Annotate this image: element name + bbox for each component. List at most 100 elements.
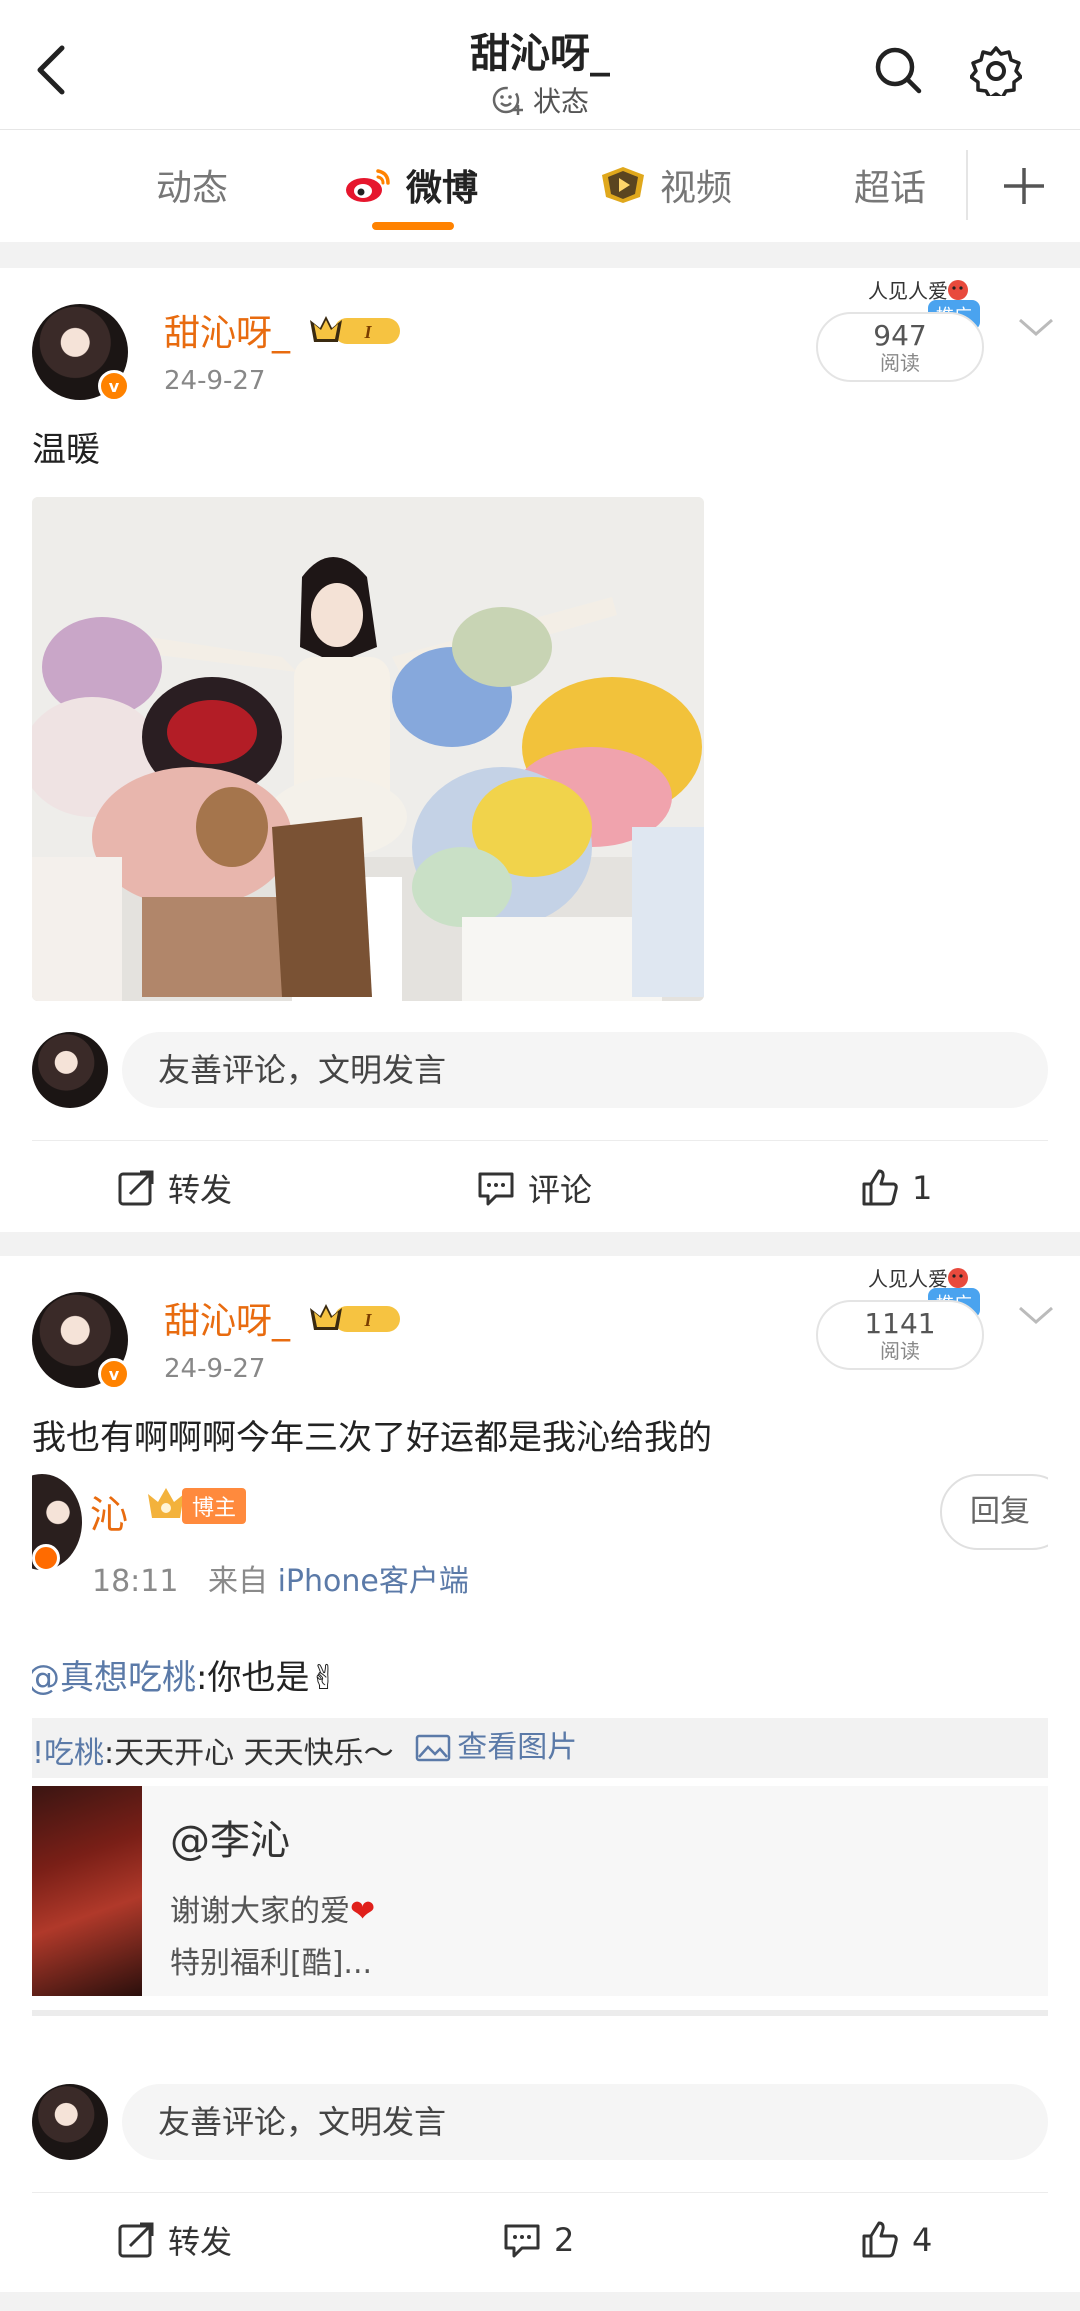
search-icon bbox=[875, 47, 922, 94]
post-card: v 甜沁呀_ I 24-9-27 人见人爱 推广 947 阅读 温暖 bbox=[0, 268, 1080, 1232]
comment-label: 评论 bbox=[528, 1171, 593, 1209]
share-icon bbox=[118, 1170, 154, 1206]
reply-text: :你也是✌ bbox=[196, 1658, 338, 1698]
like-count: 4 bbox=[912, 2221, 933, 2259]
post-text: 温暖 bbox=[32, 430, 100, 470]
vip-crown-icon[interactable]: I bbox=[306, 1300, 402, 1336]
username[interactable]: 甜沁呀_ bbox=[164, 304, 290, 356]
like-count: 1 bbox=[912, 1169, 933, 1207]
post-text: 我也有啊啊啊今年三次了好运都是我沁给我的 bbox=[32, 1418, 712, 1458]
heart-icon: ❤ bbox=[350, 1894, 376, 1929]
divider bbox=[32, 2010, 1048, 2016]
repost-label: 转发 bbox=[168, 1171, 233, 1209]
verified-badge-icon: v bbox=[98, 370, 130, 402]
comment-count: 2 bbox=[554, 2221, 575, 2259]
post-actions: 转发 评论 1 bbox=[0, 1148, 1080, 1228]
commenter-name: 沁 bbox=[90, 1493, 129, 1537]
linked-post-title: @李沁 bbox=[170, 1818, 290, 1864]
username[interactable]: 甜沁呀_ bbox=[164, 1292, 290, 1344]
post-date: 24-9-27 bbox=[164, 366, 266, 396]
like-button[interactable]: 1 bbox=[860, 1148, 932, 1228]
comment-composer: 友善评论，文明发言 bbox=[32, 1032, 1048, 1108]
read-count-pill[interactable]: 947 阅读 bbox=[816, 312, 984, 382]
read-label: 阅读 bbox=[880, 1339, 920, 1363]
verified-badge-icon: v bbox=[98, 1358, 130, 1390]
top-bar: 甜沁呀_ 状态 bbox=[0, 0, 1080, 130]
vip-crown-icon[interactable]: I bbox=[306, 312, 402, 348]
flowers-photo bbox=[32, 497, 704, 1001]
post-actions: 转发 2 4 bbox=[0, 2200, 1080, 2280]
thumbs-up-icon bbox=[862, 1169, 898, 1206]
plus-icon bbox=[1004, 168, 1044, 204]
quote-text: :天天开心 天天快乐～ bbox=[104, 1736, 394, 1771]
post-card: v 甜沁呀_ I 24-9-27 人见人爱 推广 1141 阅读 我也有啊啊啊今… bbox=[0, 1256, 1080, 2292]
tab-video[interactable]: 视频 bbox=[598, 160, 732, 210]
comment-input[interactable]: 友善评论，文明发言 bbox=[122, 2084, 1048, 2160]
divider bbox=[32, 2192, 1048, 2193]
image-icon bbox=[415, 1734, 451, 1762]
repost-label: 转发 bbox=[168, 2223, 233, 2261]
repost-button[interactable]: 转发 bbox=[116, 2200, 232, 2280]
comment-meta: 18:11 来自 iPhone客户端 bbox=[92, 1556, 469, 1600]
profile-tabs: 动态 微博 视频 超话 bbox=[0, 130, 1080, 242]
like-button[interactable]: 4 bbox=[860, 2200, 932, 2280]
linked-post-card: @李沁 谢谢大家的爱❤ 特别福利[酷]... bbox=[32, 1786, 1048, 1996]
add-tab-button[interactable] bbox=[1000, 156, 1048, 216]
reply-button: 回复 bbox=[940, 1474, 1048, 1550]
tab-feed[interactable]: 动态 bbox=[156, 160, 228, 210]
my-avatar bbox=[32, 1032, 108, 1108]
my-avatar bbox=[32, 2084, 108, 2160]
repost-button[interactable]: 转发 bbox=[116, 1148, 232, 1228]
comment-input[interactable]: 友善评论，文明发言 bbox=[122, 1032, 1048, 1108]
tab-divider bbox=[966, 150, 968, 220]
linked-post-desc: 谢谢大家的爱❤ bbox=[170, 1894, 376, 1929]
mention-user: @真想吃桃 bbox=[32, 1658, 196, 1698]
quoted-comment: !吃桃:天天开心 天天快乐～ 查看图片 bbox=[32, 1718, 1048, 1778]
comment-source: iPhone客户端 bbox=[277, 1564, 469, 1599]
video-badge-icon bbox=[602, 167, 644, 203]
view-image-label: 查看图片 bbox=[457, 1730, 578, 1765]
post-date: 24-9-27 bbox=[164, 1354, 266, 1384]
comment-icon bbox=[478, 1172, 514, 1206]
divider bbox=[32, 1140, 1048, 1141]
status-label: 状态 bbox=[532, 85, 589, 118]
settings-button[interactable] bbox=[969, 44, 1023, 100]
attached-screenshot[interactable]: 沁 博主 18:11 来自 iPhone客户端 回复 @真想吃桃:你也是✌ !吃… bbox=[32, 1474, 1048, 2034]
linked-post-desc2: 特别福利[酷]... bbox=[170, 1946, 373, 1981]
read-count-pill[interactable]: 1141 阅读 bbox=[816, 1300, 984, 1370]
comment-time: 18:11 bbox=[92, 1564, 179, 1599]
tab-label: 超话 bbox=[854, 168, 927, 209]
tab-label: 微博 bbox=[406, 168, 479, 209]
share-icon bbox=[118, 2222, 154, 2258]
read-count: 947 bbox=[873, 319, 927, 352]
post-photo[interactable] bbox=[32, 497, 704, 1001]
tab-weibo[interactable]: 微博 bbox=[344, 160, 478, 210]
comment-button[interactable]: 2 bbox=[502, 2200, 574, 2280]
comment-button[interactable]: 评论 bbox=[476, 1148, 592, 1228]
status-button[interactable]: 状态 bbox=[491, 80, 589, 120]
weibo-logo-icon bbox=[346, 169, 390, 202]
smile-add-icon bbox=[492, 86, 523, 115]
chevron-down-icon[interactable] bbox=[1016, 312, 1056, 342]
vip-level: I bbox=[363, 1310, 372, 1330]
linked-post-thumbnail bbox=[32, 1786, 142, 1996]
thumbs-up-icon bbox=[862, 2221, 898, 2258]
tab-supertopic[interactable]: 超话 bbox=[854, 160, 926, 210]
quote-user: !吃桃 bbox=[32, 1736, 105, 1771]
active-tab-indicator bbox=[372, 222, 454, 230]
view-image-link: 查看图片 bbox=[415, 1718, 577, 1778]
gear-icon bbox=[969, 46, 1023, 100]
verified-badge-icon bbox=[32, 1544, 60, 1572]
search-button[interactable] bbox=[872, 44, 924, 96]
tab-label: 动态 bbox=[156, 168, 229, 209]
read-label: 阅读 bbox=[880, 351, 920, 375]
reply-line: @真想吃桃:你也是✌ bbox=[32, 1650, 338, 1699]
vip-level: I bbox=[363, 322, 372, 342]
blogger-badge: 博主 bbox=[182, 1488, 247, 1524]
tab-label: 视频 bbox=[660, 168, 733, 209]
comment-icon bbox=[504, 2224, 540, 2258]
comment-composer: 友善评论，文明发言 bbox=[32, 2084, 1048, 2160]
read-count: 1141 bbox=[864, 1307, 936, 1340]
chevron-down-icon[interactable] bbox=[1016, 1300, 1056, 1330]
source-prefix: 来自 bbox=[208, 1564, 269, 1599]
